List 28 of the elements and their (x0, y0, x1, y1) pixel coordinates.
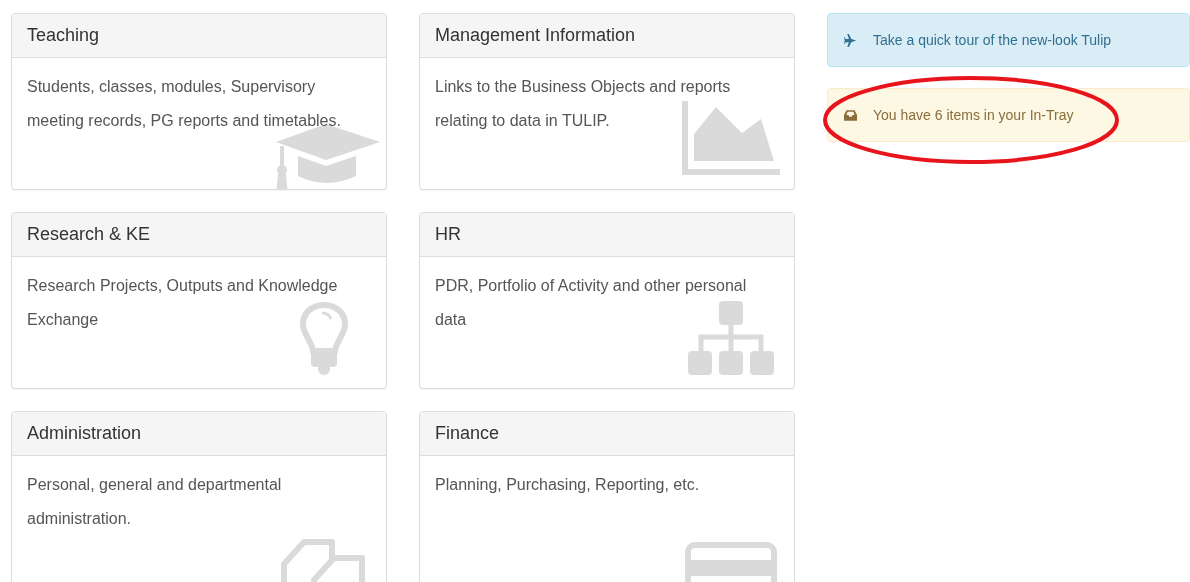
panel-card[interactable]: Administration Personal, general and departmental administration. (11, 411, 387, 582)
panel-description: Students, classes, modules, Supervisory meeting records, PG reports and timetables. (27, 77, 342, 131)
panel-description: PDR, Portfolio of Activity and other personal data (435, 276, 748, 330)
panel-card[interactable]: HR PDR, Portfolio of Activity and other personal data (419, 212, 795, 389)
panel-card[interactable]: Management Information Links to the Business Objects and reports relating to data in TULIP. (419, 13, 795, 190)
panel-title: Finance (435, 423, 500, 444)
panel-description: Links to the Business Objects and reports relating to data in TULIP. (435, 77, 732, 131)
panel-title: HR (435, 224, 461, 245)
graduation-cap-icon (276, 124, 380, 189)
alert-text: You have 6 items in your In-Tray (873, 107, 1074, 123)
panel-description: Research Projects, Outputs and Knowledge Exchange (27, 276, 339, 330)
sitemap-icon (688, 301, 774, 375)
inbox-icon (844, 109, 857, 121)
panel-description: Planning, Purchasing, Reporting, etc. (435, 475, 701, 495)
panel-title: Administration (27, 423, 142, 444)
panel-title: Research & KE (27, 224, 151, 245)
airplane-icon (844, 33, 857, 47)
panel-title: Management Information (435, 25, 636, 46)
panel-description: Personal, general and departmental administration. (27, 475, 283, 529)
in-tray-alert[interactable]: You have 6 items in your In-Tray (827, 88, 1190, 142)
panel-card[interactable]: Teaching Students, classes, modules, Supervisory meeting records, PG reports and timetables. (11, 13, 387, 190)
lightbulb-icon (299, 301, 349, 375)
alert-text: Take a quick tour of the new-look Tulip (873, 32, 1112, 48)
panel-card[interactable]: Finance Planning, Purchasing, Reporting, etc. (419, 411, 795, 582)
panel-card[interactable]: Research & KE Research Projects, Outputs and Knowledge Exchange (11, 212, 387, 389)
area-chart-icon (682, 101, 780, 175)
panel-title: Teaching (27, 25, 100, 46)
tour-alert[interactable]: Take a quick tour of the new-look Tulip (827, 13, 1190, 67)
